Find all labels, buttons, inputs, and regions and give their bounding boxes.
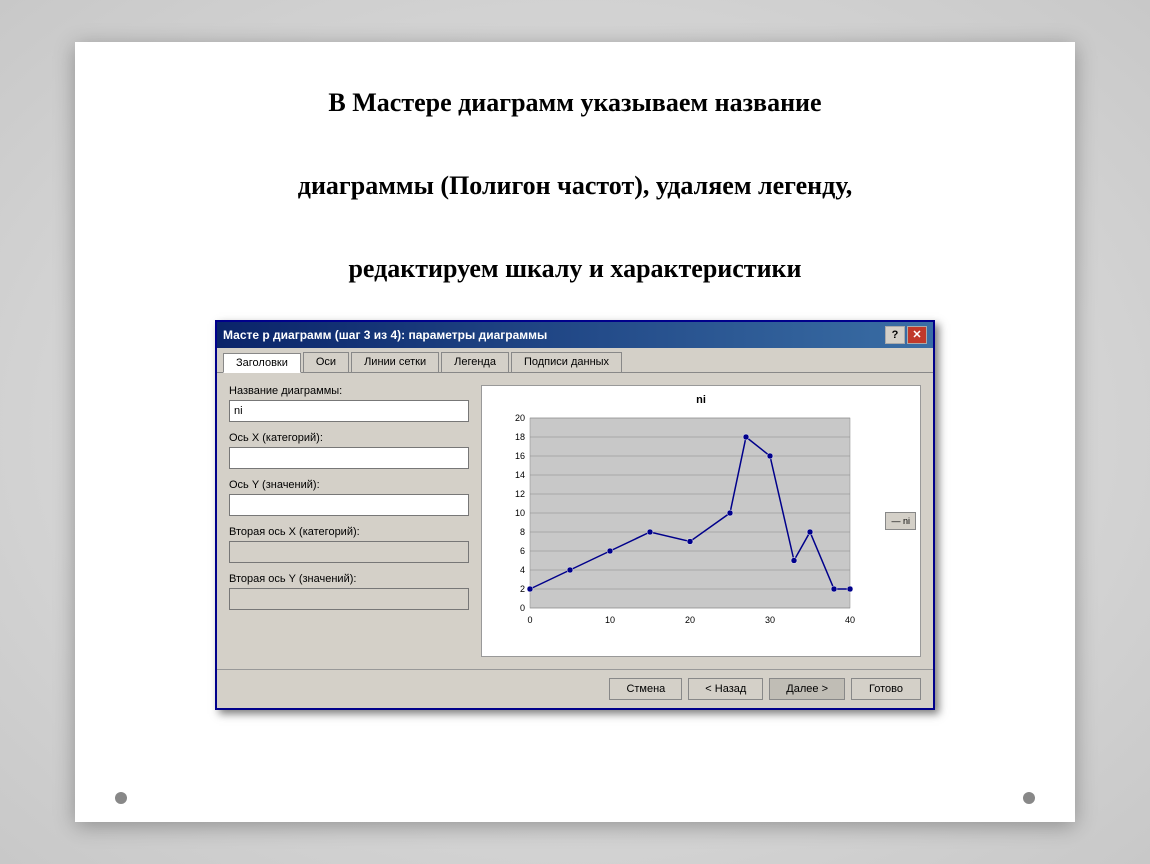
chart-preview: ni 0 [481,385,921,657]
tab-axes[interactable]: Оси [303,352,349,372]
decorative-dot-right [1023,792,1035,804]
heading-line2: диаграммы (Полигон частот), удаляем леге… [298,171,852,200]
field-chart-name: Название диаграммы: [229,385,469,422]
svg-text:0: 0 [520,603,525,613]
label-axis2-y: Вторая ось Y (значений): [229,573,469,585]
label-axis-x: Ось X (категорий): [229,432,469,444]
decorative-dot-left [115,792,127,804]
field-axis-x: Ось X (категорий): [229,432,469,469]
svg-text:8: 8 [520,527,525,537]
tab-datalabels[interactable]: Подписи данных [511,352,622,372]
heading-line3: редактируем шкалу и характеристики [348,254,801,283]
dialog-title: Масте р диаграмм (шаг 3 из 4): параметры… [223,328,885,342]
tab-bar: Заголовки Оси Линии сетки Легенда Подпис… [217,348,933,373]
svg-text:40: 40 [845,615,855,625]
dialog-titlebar: Масте р диаграмм (шаг 3 из 4): параметры… [217,322,933,348]
input-axis-x[interactable] [229,447,469,469]
chart-preview-title: ni [490,394,912,406]
svg-text:10: 10 [515,508,525,518]
dialog-body: Название диаграммы: Ось X (категорий): О… [217,373,933,669]
svg-text:16: 16 [515,451,525,461]
svg-text:20: 20 [515,413,525,423]
field-axis2-y: Вторая ось Y (значений): [229,573,469,610]
input-axis2-y [229,588,469,610]
chart-legend: — ni [885,512,916,530]
field-axis2-x: Вторая ось X (категорий): [229,526,469,563]
slide: В Мастере диаграмм указываем название ди… [75,42,1075,822]
tab-legend[interactable]: Легенда [441,352,509,372]
label-axis-y: Ось Y (значений): [229,479,469,491]
label-axis2-x: Вторая ось X (категорий): [229,526,469,538]
label-chart-name: Название диаграммы: [229,385,469,397]
wizard-dialog: Масте р диаграмм (шаг 3 из 4): параметры… [215,320,935,710]
finish-button[interactable]: Готово [851,678,921,700]
svg-text:12: 12 [515,489,525,499]
svg-text:14: 14 [515,470,525,480]
svg-text:20: 20 [685,615,695,625]
svg-text:0: 0 [527,615,532,625]
chart-svg: 0 2 4 6 8 10 12 14 16 18 20 0 10 20 30 [490,408,880,648]
dialog-footer: Стмена < Назад Далее > Готово [217,669,933,708]
close-button[interactable]: ✕ [907,326,927,344]
svg-text:2: 2 [520,584,525,594]
titlebar-buttons: ? ✕ [885,326,927,344]
svg-text:4: 4 [520,565,525,575]
tab-gridlines[interactable]: Линии сетки [351,352,439,372]
field-axis-y: Ось Y (значений): [229,479,469,516]
svg-text:10: 10 [605,615,615,625]
svg-text:30: 30 [765,615,775,625]
tab-headers[interactable]: Заголовки [223,353,301,373]
cancel-button[interactable]: Стмена [609,678,682,700]
input-axis-y[interactable] [229,494,469,516]
input-axis2-x [229,541,469,563]
slide-heading: В Мастере диаграмм указываем название ди… [298,82,852,290]
svg-text:6: 6 [520,546,525,556]
help-button[interactable]: ? [885,326,905,344]
heading-line1: В Мастере диаграмм указываем название [328,88,821,117]
next-button[interactable]: Далее > [769,678,845,700]
form-panel: Название диаграммы: Ось X (категорий): О… [229,385,469,657]
input-chart-name[interactable] [229,400,469,422]
svg-text:18: 18 [515,432,525,442]
back-button[interactable]: < Назад [688,678,763,700]
